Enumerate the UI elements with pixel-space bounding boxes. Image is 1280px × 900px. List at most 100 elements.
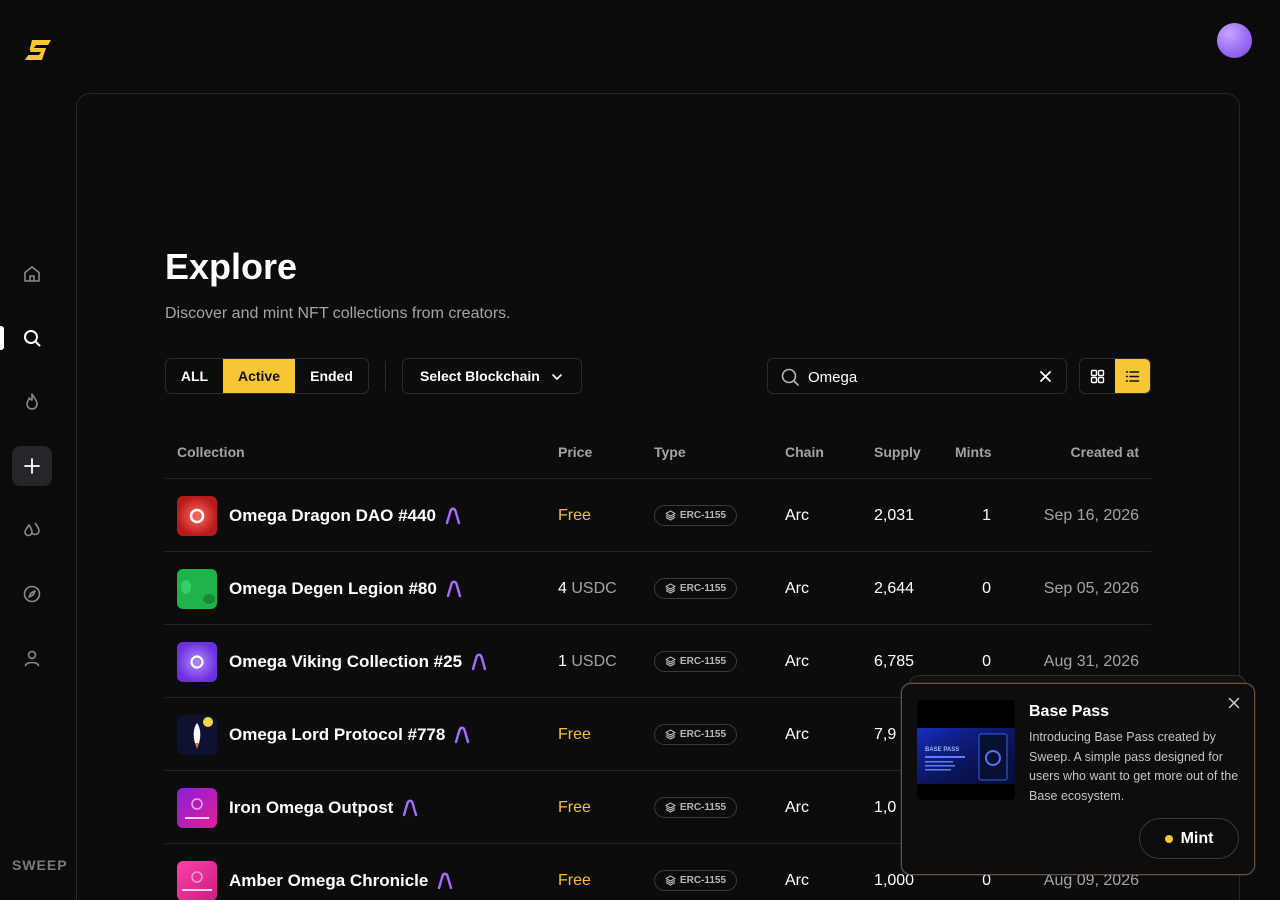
- promo-card: BASE PASS Base Pass Introducing Base Pas…: [901, 683, 1255, 875]
- created-date: Sep 05, 2026: [1043, 580, 1139, 597]
- sidebar-item-trending[interactable]: [12, 382, 52, 422]
- layers-icon: [665, 875, 676, 886]
- collection-thumbnail[interactable]: [177, 496, 217, 536]
- arc-chain-icon: [403, 799, 418, 817]
- base-pass-image-caption: BASE PASS: [925, 747, 959, 753]
- search-box: [767, 358, 1067, 394]
- type-badge: ERC-1155: [654, 724, 737, 745]
- chain-name: Arc: [785, 653, 809, 670]
- view-toggle: [1079, 358, 1151, 394]
- sidebar-item-home[interactable]: [12, 254, 52, 294]
- supply-value: 7,9: [874, 726, 897, 743]
- blockchain-select-label: Select Blockchain: [420, 368, 540, 384]
- created-date: Sep 16, 2026: [1043, 507, 1139, 524]
- arc-chain-icon: [446, 580, 462, 598]
- clear-search-icon[interactable]: [1039, 370, 1052, 383]
- mints-value: 0: [982, 653, 991, 670]
- layers-icon: [665, 656, 676, 667]
- tab-all[interactable]: ALL: [166, 359, 223, 393]
- arc-chain-icon: [445, 507, 461, 525]
- mint-dot-icon: [1164, 834, 1173, 843]
- layers-icon: [665, 729, 676, 740]
- chain-name: Arc: [785, 799, 809, 816]
- chain-name: Arc: [785, 580, 809, 597]
- arc-chain-icon: [438, 872, 453, 890]
- mint-button-label: Mint: [1180, 829, 1214, 847]
- promo-title: Base Pass: [1029, 703, 1110, 720]
- col-chain[interactable]: Chain: [785, 444, 824, 460]
- type-badge: ERC-1155: [654, 505, 737, 526]
- chain-name: Arc: [785, 726, 809, 743]
- home-icon: [24, 266, 40, 282]
- promo-description: Introducing Base Pass created by Sweep. …: [1029, 730, 1239, 803]
- chain-name: Arc: [785, 872, 809, 889]
- table-row[interactable]: Omega Dragon DAO #440 Free ERC-1155 Arc …: [0, 479, 1280, 552]
- close-icon[interactable]: [1228, 697, 1240, 709]
- mints-value: 0: [982, 580, 991, 597]
- col-price[interactable]: Price: [558, 444, 592, 460]
- table-row[interactable]: Omega Degen Legion #80 4 USDC ERC-1155 A…: [0, 552, 1280, 625]
- type-badge: ERC-1155: [654, 870, 737, 891]
- col-created[interactable]: Created at: [1000, 444, 1139, 460]
- user-avatar[interactable]: [1217, 23, 1252, 58]
- tab-active[interactable]: Active: [223, 359, 295, 393]
- grid-view-button[interactable]: [1080, 359, 1115, 393]
- type-badge: ERC-1155: [654, 797, 737, 818]
- created-date: Aug 31, 2026: [1043, 653, 1139, 670]
- chain-name: Arc: [785, 507, 809, 524]
- table-header: Collection Price Type Chain Supply Mints…: [0, 444, 1280, 464]
- supply-value: 2,031: [874, 507, 915, 524]
- supply-value: 2,644: [874, 580, 915, 597]
- tab-ended[interactable]: Ended: [295, 359, 368, 393]
- list-icon: [1125, 370, 1140, 382]
- price-free: Free: [558, 726, 591, 743]
- collection-name[interactable]: Iron Omega Outpost: [229, 798, 418, 818]
- price-free: Free: [558, 799, 591, 816]
- price-free: Free: [558, 872, 591, 889]
- search-icon: [781, 368, 799, 386]
- search-input[interactable]: [808, 367, 1028, 387]
- sidebar-active-indicator: [0, 326, 4, 350]
- collection-name[interactable]: Omega Degen Legion #80: [229, 579, 462, 599]
- col-mints[interactable]: Mints: [955, 444, 992, 460]
- col-collection[interactable]: Collection: [177, 444, 245, 460]
- type-badge: ERC-1155: [654, 651, 737, 672]
- search-icon: [24, 330, 41, 347]
- collection-thumbnail[interactable]: [177, 715, 217, 755]
- collection-thumbnail[interactable]: [177, 642, 217, 682]
- type-badge: ERC-1155: [654, 578, 737, 599]
- layers-icon: [665, 583, 676, 594]
- supply-value: 1,0: [874, 799, 897, 816]
- price-value: 4 USDC: [558, 580, 617, 597]
- sweep-logo[interactable]: [24, 37, 54, 63]
- grid-icon: [1090, 369, 1105, 383]
- list-view-button[interactable]: [1115, 359, 1150, 393]
- price-free: Free: [558, 507, 591, 524]
- filter-divider: [385, 361, 386, 391]
- base-pass-image: BASE PASS: [917, 700, 1015, 800]
- collection-name[interactable]: Amber Omega Chronicle: [229, 871, 453, 891]
- arc-chain-icon: [471, 653, 487, 671]
- collection-name[interactable]: Omega Dragon DAO #440: [229, 506, 461, 526]
- collection-thumbnail[interactable]: [177, 569, 217, 609]
- layers-icon: [665, 802, 676, 813]
- page-title: Explore: [165, 246, 298, 287]
- mint-button[interactable]: Mint: [1139, 818, 1239, 859]
- collection-thumbnail[interactable]: [177, 861, 217, 900]
- col-type[interactable]: Type: [654, 444, 686, 460]
- supply-value: 6,785: [874, 653, 915, 670]
- status-filter-tabs: ALL Active Ended: [165, 358, 369, 394]
- col-supply[interactable]: Supply: [874, 444, 921, 460]
- page-subtitle: Discover and mint NFT collections from c…: [165, 305, 511, 322]
- flame-icon: [26, 393, 38, 410]
- blockchain-select[interactable]: Select Blockchain: [402, 358, 582, 394]
- mints-value: 1: [982, 507, 991, 524]
- chevron-down-icon: [552, 374, 562, 380]
- arc-chain-icon: [455, 726, 470, 744]
- collection-name[interactable]: Omega Viking Collection #25: [229, 652, 487, 672]
- collection-thumbnail[interactable]: [177, 788, 217, 828]
- sidebar-item-search[interactable]: [12, 318, 52, 358]
- collection-name[interactable]: Omega Lord Protocol #778: [229, 725, 470, 745]
- price-value: 1 USDC: [558, 653, 617, 670]
- layers-icon: [665, 510, 676, 521]
